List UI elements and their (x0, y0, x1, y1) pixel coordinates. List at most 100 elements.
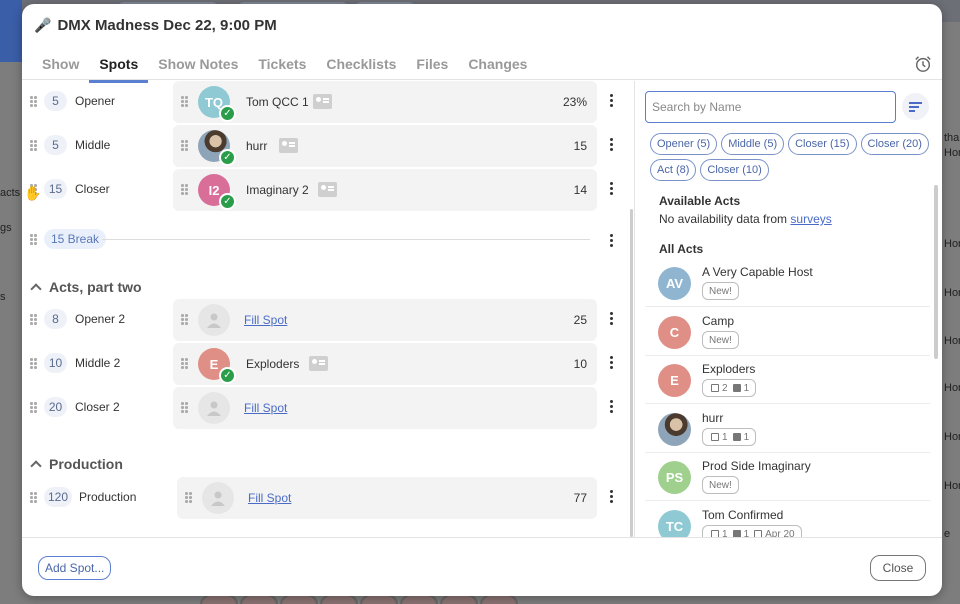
tab-files[interactable]: Files (406, 56, 458, 83)
filter-chip[interactable]: Closer (15) (788, 133, 857, 155)
tab-tickets[interactable]: Tickets (248, 56, 316, 83)
more-options-icon[interactable] (610, 138, 614, 152)
assigned-act[interactable]: TQ ✓ Tom QCC 1 23% (173, 81, 597, 123)
modal-body: 5 Opener TQ ✓ Tom QCC 1 23% 5 Middle ✓ h… (22, 81, 942, 537)
drag-handle-icon[interactable] (30, 314, 38, 326)
spot-length-badge[interactable]: 10 (44, 353, 67, 373)
calendar-icon (711, 384, 719, 392)
acts-panel: Opener (5) Middle (5) Closer (15) Closer… (635, 81, 942, 537)
spot-length-badge[interactable]: 20 (44, 397, 67, 417)
act-name: Exploders (702, 362, 756, 376)
tab-show[interactable]: Show (32, 56, 89, 83)
spot-length-badge[interactable]: 8 (44, 309, 67, 329)
drag-handle-icon[interactable] (30, 402, 38, 414)
act-value: 23% (562, 95, 587, 109)
background-label: Hor (944, 147, 960, 159)
calendar-count: 1 (722, 431, 728, 443)
assigned-act[interactable]: E ✓ Exploders 10 (173, 343, 597, 385)
drag-handle-icon[interactable] (30, 96, 38, 108)
list-item[interactable]: TC Tom Confirmed 1 1 Apr 20 (645, 502, 930, 537)
empty-spot: Fill Spot 77 (177, 477, 597, 519)
contact-count: 1 (743, 528, 750, 538)
section-toggle[interactable]: Production (30, 456, 123, 472)
more-options-icon[interactable] (610, 400, 614, 414)
drag-handle-icon[interactable] (181, 314, 189, 326)
tab-checklists[interactable]: Checklists (316, 56, 406, 83)
search-input[interactable] (645, 91, 896, 123)
list-item[interactable]: C Camp New! (645, 308, 930, 356)
filter-chip[interactable]: Opener (5) (650, 133, 718, 155)
more-options-icon[interactable] (610, 312, 614, 326)
more-options-icon[interactable] (610, 94, 614, 108)
spot-name: Middle 2 (75, 356, 121, 370)
drag-handle-icon[interactable] (181, 358, 189, 370)
list-item[interactable]: AV A Very Capable Host New! (645, 259, 930, 307)
contact-card-icon[interactable] (309, 356, 328, 371)
section-toggle[interactable]: Acts, part two (30, 279, 142, 295)
contact-card-icon[interactable] (279, 138, 298, 153)
spot-row: 5 Middle ✓ hurr 15 (22, 125, 627, 167)
surveys-link[interactable]: surveys (790, 212, 831, 226)
list-item[interactable]: E Exploders 2 1 (645, 356, 930, 404)
spot-length-badge[interactable]: 15 (44, 179, 67, 199)
drag-handle-icon[interactable] (30, 492, 38, 504)
background-label: e (944, 528, 951, 540)
tab-show-notes[interactable]: Show Notes (148, 56, 248, 83)
drag-handle-icon[interactable] (30, 358, 38, 370)
filter-icon[interactable] (902, 93, 929, 120)
spot-length-badge[interactable]: 120 (44, 487, 73, 507)
more-options-icon[interactable] (610, 490, 614, 504)
tab-spots[interactable]: Spots (89, 56, 149, 83)
drag-handle-icon[interactable] (181, 402, 189, 414)
microphone-icon: 🎤 (34, 17, 52, 33)
list-item[interactable]: hurr 1 1 (645, 405, 930, 453)
spot-row: 8 Opener 2 Fill Spot 25 (22, 299, 627, 341)
act-name: Prod Side Imaginary (702, 459, 811, 473)
calendar-icon (711, 433, 719, 441)
spot-length-badge[interactable]: 5 (44, 135, 67, 155)
drag-handle-icon[interactable] (30, 140, 38, 152)
contact-count: 1 (743, 431, 750, 443)
more-options-icon[interactable] (610, 356, 614, 370)
hand-cursor-icon: ✋ (24, 185, 42, 201)
drag-handle-icon[interactable] (181, 96, 189, 108)
drag-handle-icon[interactable] (181, 140, 189, 152)
fill-spot-link[interactable]: Fill Spot (248, 491, 291, 505)
tab-changes[interactable]: Changes (458, 56, 537, 83)
assigned-act[interactable]: I2 ✓ Imaginary 2 14 (173, 169, 597, 211)
more-options-icon[interactable] (610, 182, 614, 196)
spot-name: Opener (75, 94, 116, 108)
avatar: PS (658, 461, 691, 494)
fill-spot-link[interactable]: Fill Spot (244, 401, 287, 415)
close-button[interactable]: Close (870, 555, 926, 581)
add-spot-button[interactable]: Add Spot... (38, 556, 112, 580)
fill-spot-link[interactable]: Fill Spot (244, 313, 287, 327)
person-placeholder-icon (202, 482, 234, 514)
filter-chip[interactable]: Act (8) (650, 159, 697, 181)
spot-name: Closer 2 (75, 400, 120, 414)
filter-chip[interactable]: Middle (5) (721, 133, 785, 155)
filter-chip[interactable]: Closer (10) (700, 159, 769, 181)
acts-scrollbar[interactable] (934, 185, 938, 359)
alarm-clock-icon[interactable] (914, 55, 932, 73)
contact-card-icon[interactable] (313, 94, 332, 109)
list-item[interactable]: PS Prod Side Imaginary New! (645, 453, 930, 501)
spot-name: Opener 2 (75, 312, 126, 326)
empty-spot: Fill Spot 25 (173, 299, 597, 341)
background-label: acts (0, 187, 21, 199)
spot-row: 20 Closer 2 Fill Spot (22, 387, 627, 429)
assigned-act[interactable]: ✓ hurr 15 (173, 125, 597, 167)
drag-handle-icon[interactable] (185, 492, 193, 504)
act-name: Camp (702, 314, 735, 328)
more-options-icon[interactable] (610, 234, 614, 248)
break-badge[interactable]: 15 Break (44, 229, 107, 249)
filter-chip[interactable]: Closer (20) (860, 133, 929, 155)
spots-scrollbar[interactable] (630, 209, 633, 537)
spot-name: Production (79, 490, 137, 504)
drag-handle-icon[interactable] (30, 234, 38, 246)
show-modal: 🎤 DMX Madness Dec 22, 9:00 PM Show Spots… (22, 4, 942, 596)
drag-handle-icon[interactable] (181, 184, 189, 196)
avatar: C (658, 316, 691, 349)
contact-card-icon[interactable] (318, 182, 337, 197)
spot-length-badge[interactable]: 5 (44, 91, 67, 111)
